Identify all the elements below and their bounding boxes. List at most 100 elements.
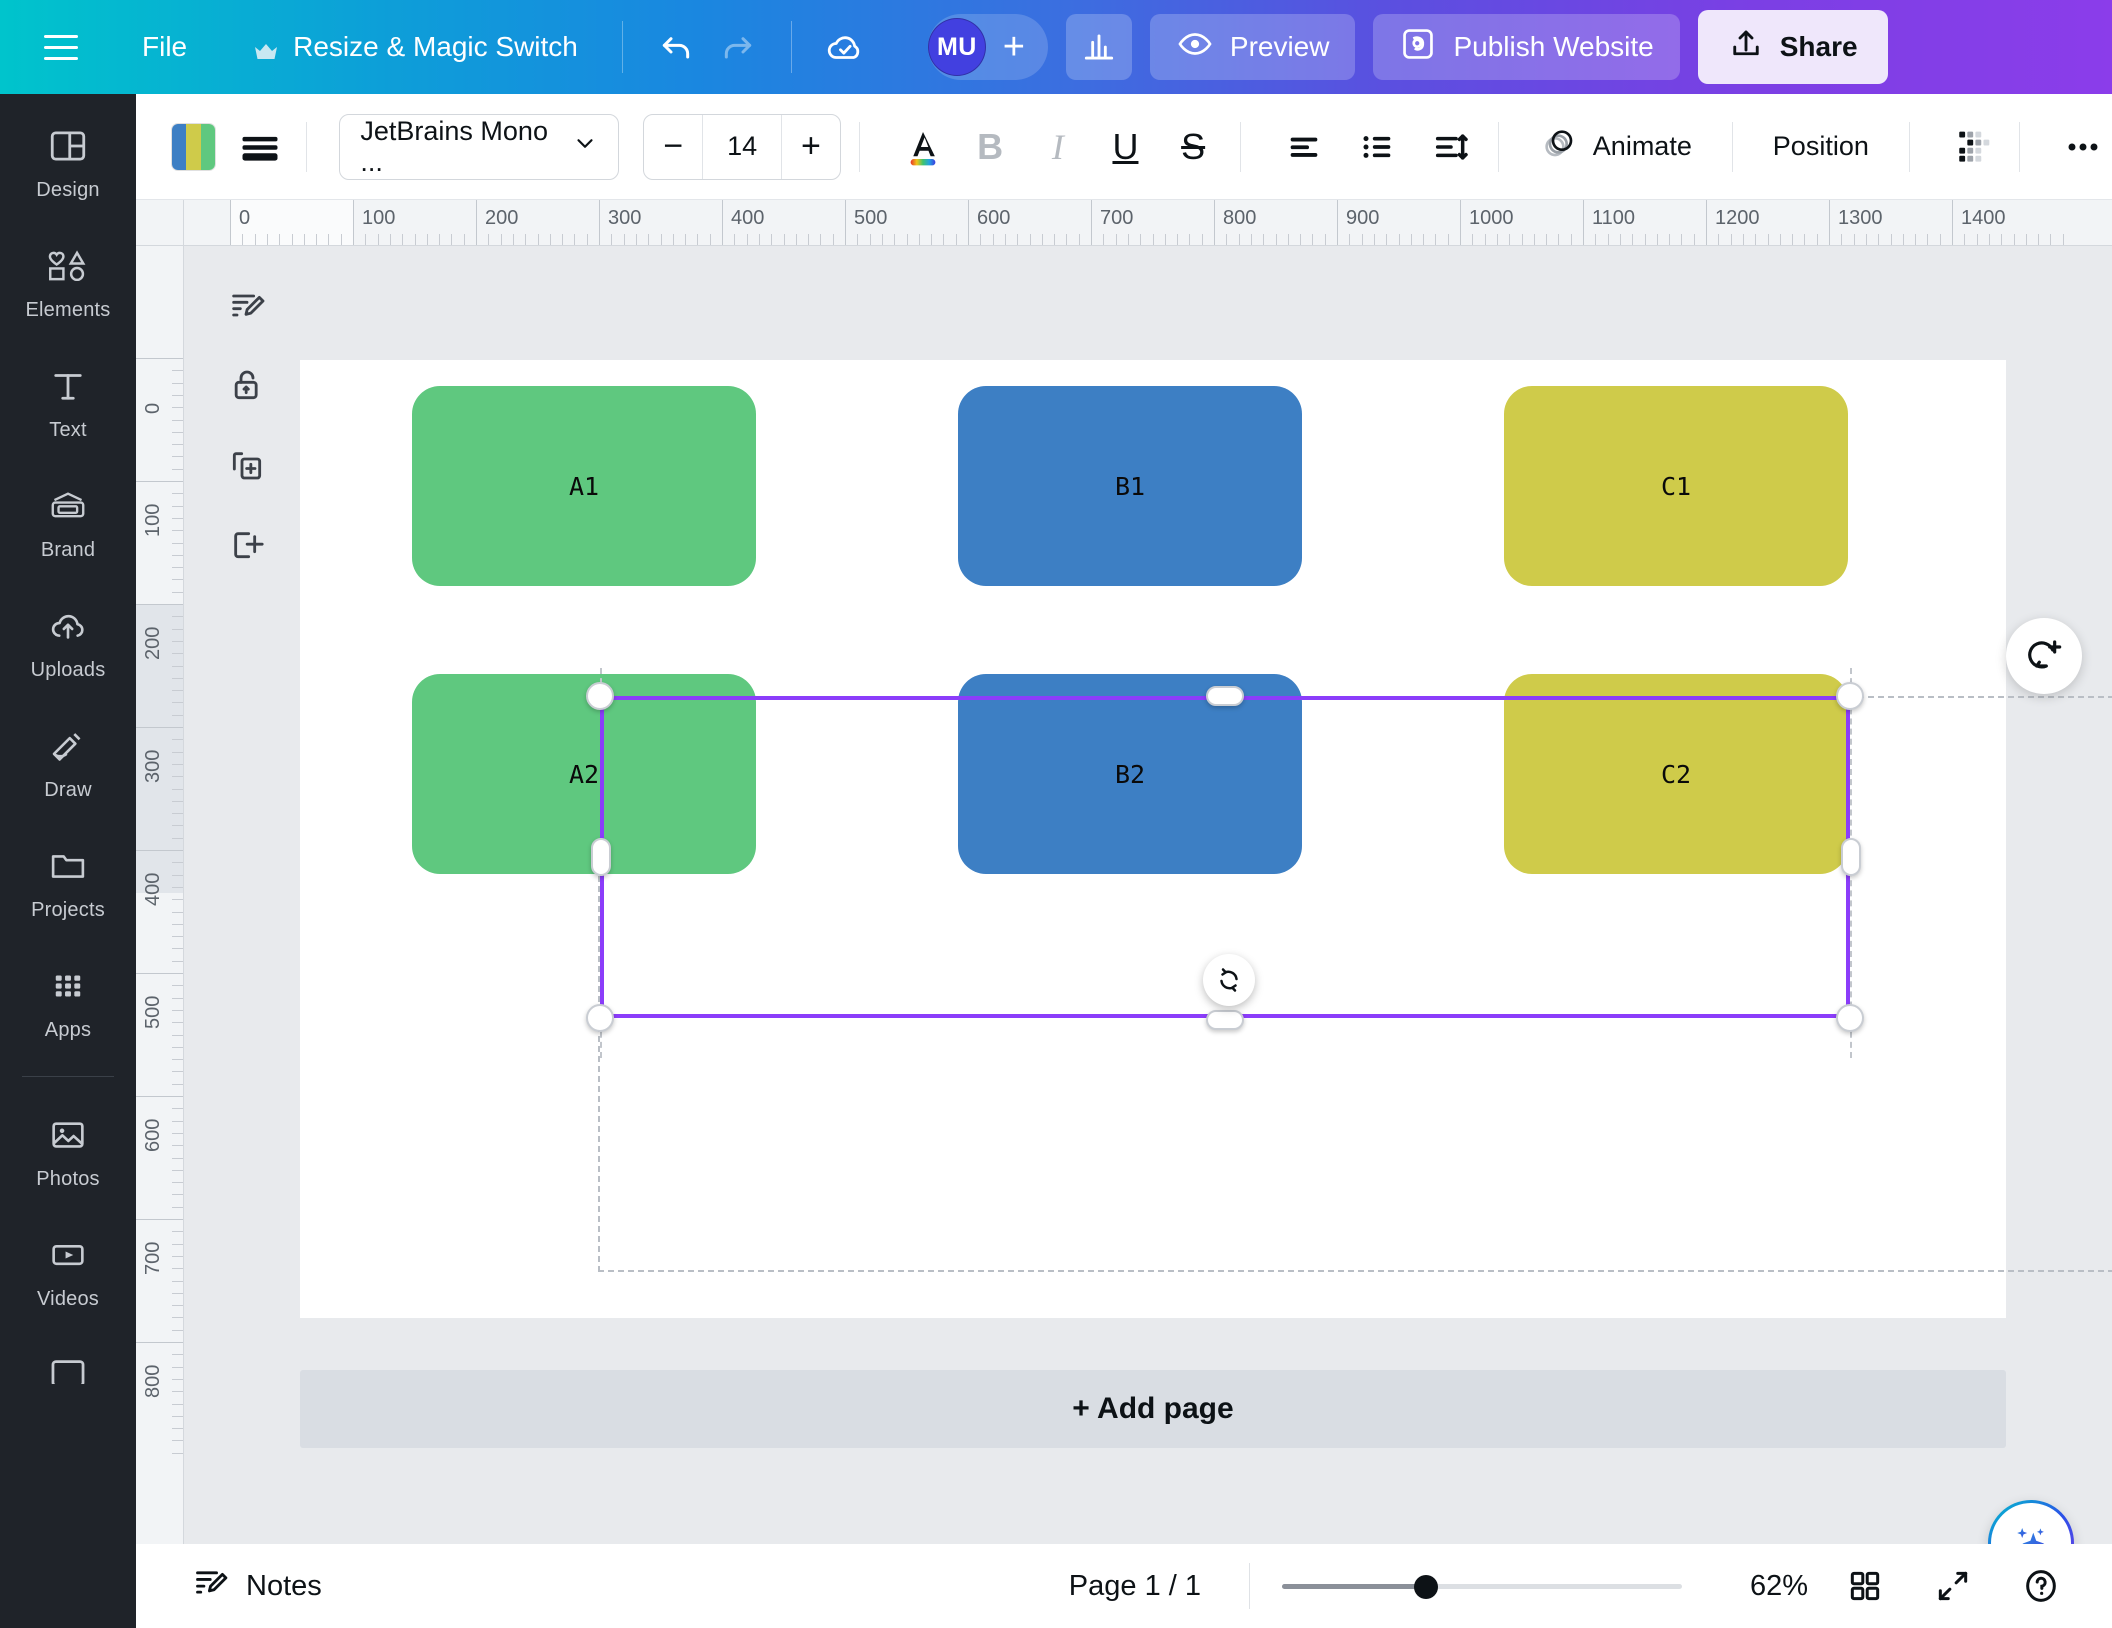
collaborators-group[interactable]: MU + [927, 14, 1048, 80]
add-page-icon[interactable] [216, 514, 278, 576]
sidebar-item-label: Videos [37, 1288, 99, 1310]
strikethrough-button[interactable]: S [1164, 116, 1222, 178]
selection-handle-bottom-right[interactable] [1836, 1004, 1864, 1032]
canvas-card-b1[interactable]: B1 [958, 386, 1302, 586]
sidebar-item-uploads[interactable]: Uploads [6, 590, 130, 695]
bold-button[interactable]: B [961, 116, 1019, 178]
sidebar-item-projects[interactable]: Projects [6, 830, 130, 935]
divider [1239, 121, 1241, 172]
canvas-card-a1[interactable]: A1 [412, 386, 756, 586]
selection-handle-right[interactable] [1841, 838, 1861, 876]
ruler-minor-tick [414, 234, 416, 245]
lock-open-icon[interactable] [216, 354, 278, 416]
font-size-increase-button[interactable]: + [782, 115, 840, 179]
text-lines-icon[interactable] [231, 116, 289, 178]
redo-icon[interactable] [707, 16, 769, 78]
avatar[interactable]: MU [927, 18, 986, 76]
ruler-minor-tick [1509, 234, 1511, 245]
ruler-minor-tick [463, 234, 465, 245]
sidebar-item-apps[interactable]: Apps [6, 950, 130, 1055]
sidebar-item-draw[interactable]: Draw [6, 710, 130, 815]
ruler-minor-tick [1263, 234, 1265, 245]
position-button[interactable]: Position [1751, 114, 1891, 180]
shapes-icon [45, 245, 91, 292]
font-size-input[interactable]: 14 [702, 114, 783, 179]
cloud-check-icon[interactable] [814, 16, 876, 78]
duplicate-icon[interactable] [216, 434, 278, 496]
ruler-minor-tick [172, 542, 183, 544]
notes-button[interactable]: Notes [176, 1553, 338, 1619]
plus-icon[interactable]: + [986, 18, 1042, 76]
bar-chart-icon[interactable] [1065, 14, 1132, 80]
font-family-select[interactable]: JetBrains Mono ... [339, 113, 620, 180]
horizontal-ruler[interactable]: 0 100 200 300 400 500 600 700 800 900 1000 1100 1200… [184, 200, 2112, 246]
undo-icon[interactable] [645, 16, 707, 78]
ruler-minor-tick [172, 936, 183, 938]
zoom-slider[interactable] [1282, 1573, 1682, 1599]
notes-edit-icon[interactable] [216, 274, 278, 336]
bullet-list-icon[interactable] [1349, 116, 1407, 178]
canvas-card-c2[interactable]: C2 [1504, 674, 1848, 874]
selection-handle-left[interactable] [591, 838, 611, 876]
color-swatch[interactable] [172, 123, 215, 170]
sidebar-item-photos[interactable]: Photos [6, 1099, 130, 1204]
sidebar-item-text[interactable]: Text [6, 350, 130, 455]
ruler-minor-tick [1927, 234, 1929, 245]
sidebar-item-brand[interactable]: Brand [6, 470, 130, 575]
ruler-minor-tick [1140, 234, 1142, 245]
line-spacing-icon[interactable] [1422, 116, 1480, 178]
design-page[interactable]: A1 B1 C1 A2 B2 C2 [300, 360, 2112, 1318]
canvas-card-b2[interactable]: B2 [958, 674, 1302, 874]
canvas-card-a2[interactable]: A2 [412, 674, 756, 874]
ruler-label: 600 [977, 207, 1011, 229]
font-color-A-icon[interactable] [894, 116, 952, 178]
sidebar-item-partial[interactable] [6, 1339, 130, 1402]
ruler-minor-tick [172, 813, 183, 815]
zoom-level[interactable]: 62% [1718, 1570, 1808, 1603]
file-menu-button[interactable]: File [120, 19, 209, 75]
ruler-minor-tick [172, 997, 183, 999]
grid-view-icon[interactable] [1834, 1555, 1896, 1617]
comment-add-icon[interactable] [2006, 618, 2082, 694]
ruler-minor-tick [266, 234, 268, 245]
ruler-minor-tick [389, 234, 391, 245]
ruler-minor-tick [172, 1440, 183, 1442]
page-indicator[interactable]: Page 1 / 1 [1053, 1562, 1217, 1611]
selection-handle-top-left[interactable] [586, 682, 614, 710]
ruler-minor-tick [242, 234, 244, 245]
font-size-stepper[interactable]: − 14 + [643, 113, 841, 180]
ruler-label: 1400 [1961, 207, 2006, 229]
zoom-slider-knob[interactable] [1414, 1575, 1438, 1599]
rotate-icon[interactable] [1203, 954, 1255, 1006]
publish-website-button[interactable]: Publish Website [1373, 14, 1680, 80]
ruler-tick [968, 200, 969, 245]
italic-button[interactable]: I [1029, 116, 1087, 178]
selection-handle-top-right[interactable] [1836, 682, 1864, 710]
animate-button[interactable]: Animate [1517, 114, 1714, 180]
ruler-minor-tick [172, 1452, 183, 1454]
canvas-card-c1[interactable]: C1 [1504, 386, 1848, 586]
transparency-grid-icon[interactable] [1944, 116, 2002, 178]
share-button[interactable]: Share [1697, 10, 1888, 84]
ruler-tick [1091, 200, 1092, 245]
preview-button[interactable]: Preview [1149, 14, 1356, 80]
help-circle-icon[interactable] [2010, 1555, 2072, 1617]
more-dots-icon[interactable] [2054, 116, 2112, 178]
add-page-button[interactable]: + Add page [300, 1370, 2006, 1448]
sidebar-item-design[interactable]: Design [6, 110, 130, 215]
expand-icon[interactable] [1922, 1555, 1984, 1617]
selection-handle-bottom-left[interactable] [586, 1004, 614, 1032]
font-size-decrease-button[interactable]: − [644, 115, 702, 179]
align-left-icon[interactable] [1275, 116, 1333, 178]
vertical-ruler[interactable]: 0 100 200 300 400 500 600 700 800 [136, 246, 184, 1628]
ruler-minor-tick [1656, 234, 1658, 245]
ruler-minor-tick [172, 825, 183, 827]
selection-handle-top[interactable] [1206, 686, 1244, 706]
sidebar-item-elements[interactable]: Elements [6, 230, 130, 335]
ruler-tick [845, 200, 846, 245]
sidebar-item-videos[interactable]: Videos [6, 1219, 130, 1324]
selection-handle-bottom[interactable] [1206, 1010, 1244, 1030]
underline-button[interactable]: U [1097, 116, 1155, 178]
hamburger-icon[interactable] [32, 18, 90, 76]
resize-magic-switch-button[interactable]: Resize & Magic Switch [231, 19, 600, 75]
